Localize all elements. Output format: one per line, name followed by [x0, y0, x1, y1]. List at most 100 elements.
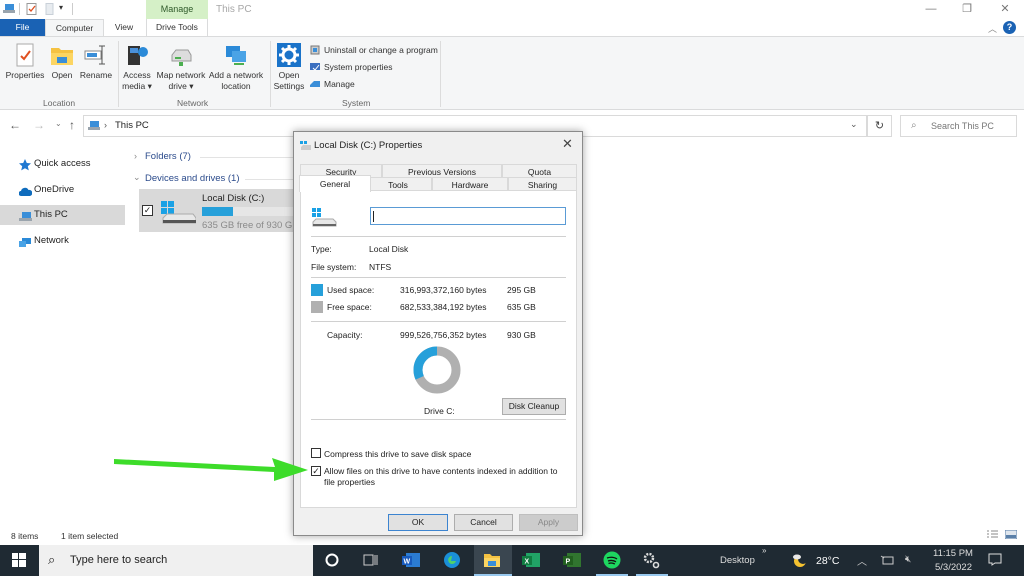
large-icons-view-button[interactable] [1004, 529, 1018, 541]
sidebar-label: Network [34, 235, 69, 246]
uninstall-program-button[interactable]: Uninstall or change a program [310, 43, 438, 57]
folder-open-icon [50, 43, 74, 67]
new-folder-quick-icon[interactable] [44, 3, 56, 15]
taskbar-search-box[interactable]: ⌕ Type here to search [39, 545, 313, 576]
open-button[interactable]: Open [48, 39, 76, 81]
ok-button[interactable]: OK [388, 514, 448, 531]
network-drive-icon [169, 43, 193, 67]
add-network-location-button[interactable]: Add a network location [208, 39, 264, 92]
restore-button[interactable]: ❐ [952, 2, 982, 17]
system-properties-button[interactable]: System properties [310, 60, 393, 74]
drive-small-icon [300, 141, 312, 153]
task-view-icon[interactable] [362, 553, 380, 571]
address-dropdown-icon[interactable]: ⌄ [850, 119, 858, 130]
show-hidden-icons[interactable]: ︿ [857, 553, 867, 568]
access-media-button[interactable]: Access media ▾ [120, 39, 154, 92]
project-icon[interactable]: P [563, 551, 581, 569]
clock-date[interactable]: 5/3/2022 [935, 562, 972, 573]
forward-button[interactable]: → [33, 118, 45, 132]
add-network-location-label: Add a network [208, 70, 264, 80]
sidebar-item-quick-access[interactable]: Quick access [0, 154, 125, 174]
start-button[interactable] [12, 553, 26, 569]
weather-moon-icon[interactable] [792, 552, 810, 570]
window-title: This PC [216, 4, 252, 15]
details-view-button[interactable] [987, 530, 998, 541]
tab-view[interactable]: View [104, 19, 144, 36]
section-folders[interactable]: Folders (7) [145, 151, 191, 162]
toolbar-expand-icon[interactable]: » [762, 546, 766, 555]
back-button[interactable]: ← [9, 118, 21, 132]
sidebar-item-onedrive[interactable]: OneDrive [0, 180, 125, 200]
chevron-down-icon[interactable]: ⌄ [133, 172, 141, 183]
capacity-label: Capacity: [327, 330, 363, 340]
clock-time[interactable]: 11:15 PM [933, 548, 973, 559]
index-checkbox[interactable]: ✓ [311, 466, 321, 476]
network-status-icon[interactable] [880, 554, 898, 572]
drive-select-checkbox[interactable]: ✓ [142, 205, 153, 216]
properties-quick-icon[interactable] [26, 3, 38, 15]
tab-manage[interactable]: Manage [146, 0, 208, 19]
section-divider [245, 179, 294, 180]
settings-icon[interactable] [642, 551, 660, 569]
desktop-toolbar-label[interactable]: Desktop [720, 555, 755, 566]
properties-button[interactable]: Properties [4, 39, 46, 81]
sidebar-item-network[interactable]: Network [0, 231, 125, 251]
map-network-drive-button[interactable]: Map network drive ▾ [155, 39, 207, 92]
tab-tools[interactable]: Tools [364, 177, 432, 191]
tab-quota[interactable]: Quota [502, 164, 577, 178]
collapse-ribbon-icon[interactable]: ︿ [988, 22, 997, 35]
sidebar-label: This PC [34, 209, 68, 220]
tab-file[interactable]: File [0, 19, 45, 36]
tab-hardware[interactable]: Hardware [432, 177, 508, 191]
minimize-button[interactable]: — [916, 2, 946, 17]
uninstall-icon [310, 45, 320, 55]
tab-sharing[interactable]: Sharing [508, 177, 577, 191]
open-settings-button[interactable]: Open Settings [272, 39, 306, 92]
section-devices-drives[interactable]: Devices and drives (1) [145, 173, 240, 184]
cancel-button[interactable]: Cancel [454, 514, 513, 531]
search-box[interactable]: ⌕ Search This PC [900, 115, 1017, 137]
group-separator [440, 41, 441, 107]
up-button[interactable]: ↑ [69, 118, 75, 132]
filesystem-value: NTFS [369, 262, 392, 272]
drive-tile-c[interactable]: ✓ Local Disk (C:) 635 GB free of 930 GB [139, 189, 299, 232]
refresh-button[interactable]: ↻ [867, 115, 892, 137]
help-icon[interactable]: ? [1003, 21, 1016, 34]
dialog-close-button[interactable]: ✕ [562, 136, 573, 152]
access-media-label: Access [123, 70, 151, 80]
group-label-system: System [342, 98, 371, 108]
disk-cleanup-button[interactable]: Disk Cleanup [502, 398, 566, 415]
close-button[interactable]: ✕ [990, 2, 1020, 17]
tab-previous-versions[interactable]: Previous Versions [382, 164, 502, 178]
manage-button[interactable]: Manage [310, 77, 355, 91]
svg-text:P: P [566, 559, 571, 566]
notifications-icon[interactable] [988, 553, 1006, 571]
weather-temperature[interactable]: 28°C [816, 555, 839, 567]
chevron-right-icon[interactable]: › [134, 151, 137, 161]
type-label: Type: [311, 244, 332, 254]
used-space-swatch [311, 284, 323, 296]
search-placeholder: Search This PC [931, 121, 994, 131]
word-icon[interactable]: W [402, 551, 420, 569]
breadcrumb-this-pc[interactable]: This PC [115, 120, 149, 131]
sidebar-item-this-pc[interactable]: This PC [0, 205, 125, 225]
volume-muted-icon[interactable]: 🔇︎ [905, 554, 911, 565]
filesystem-label: File system: [311, 262, 357, 272]
file-explorer-icon[interactable] [483, 551, 501, 569]
drive-label-input[interactable] [370, 207, 566, 225]
excel-icon[interactable]: X [522, 551, 540, 569]
customize-qat-icon[interactable]: ▾ [59, 3, 63, 12]
cortana-icon[interactable] [325, 553, 343, 571]
tab-general[interactable]: General [299, 175, 371, 192]
compress-checkbox[interactable] [311, 448, 321, 458]
tab-computer[interactable]: Computer [45, 19, 104, 36]
sidebar-label: OneDrive [34, 184, 75, 195]
edge-icon[interactable] [443, 551, 461, 569]
apply-button[interactable]: Apply [519, 514, 578, 531]
recent-locations-icon[interactable]: ⌄ [55, 119, 62, 128]
spotify-icon[interactable] [603, 551, 621, 569]
tab-drive-tools[interactable]: Drive Tools [146, 19, 208, 36]
rename-button[interactable]: Rename [78, 39, 114, 81]
compress-label: Compress this drive to save disk space [324, 449, 472, 459]
computer-icon [19, 210, 32, 221]
